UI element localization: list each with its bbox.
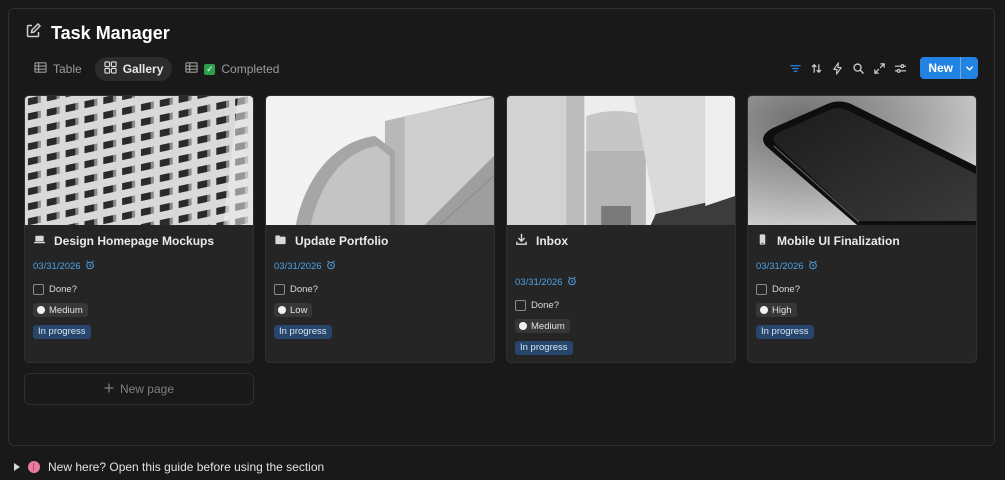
- gallery-grid-icon: [104, 61, 117, 77]
- guide-toggle[interactable]: New here? Open this guide before using t…: [14, 460, 324, 474]
- new-button-group: New: [920, 57, 978, 79]
- priority-dot-icon: [37, 306, 45, 314]
- tab-table[interactable]: Table: [25, 57, 91, 81]
- gallery-card[interactable]: Update Portfolio 03/31/2026 Done? Low In…: [265, 95, 495, 363]
- done-checkbox-row: Done?: [756, 284, 968, 295]
- card-cover-image: [25, 96, 253, 225]
- done-checkbox-row: Done?: [33, 284, 245, 295]
- due-date: 03/31/2026: [33, 260, 245, 273]
- priority-text: Medium: [49, 304, 83, 316]
- card-title: Inbox: [515, 233, 727, 249]
- sort-icon[interactable]: [809, 61, 824, 76]
- due-date: 03/31/2026: [515, 276, 727, 289]
- priority-text: Low: [290, 304, 308, 316]
- priority-dot-icon: [760, 306, 768, 314]
- due-date-text: 03/31/2026: [515, 277, 563, 288]
- new-dropdown-button[interactable]: [960, 57, 978, 79]
- task-manager-panel: Task Manager Table Gallery ✓ Completed N…: [8, 8, 995, 446]
- edit-square-icon: [25, 22, 42, 44]
- automation-bolt-icon[interactable]: [830, 61, 845, 76]
- gallery-card[interactable]: Mobile UI Finalization 03/31/2026 Done? …: [747, 95, 977, 363]
- chevron-down-icon: [966, 65, 973, 71]
- due-date: 03/31/2026: [756, 260, 968, 273]
- card-cover-image: [266, 96, 494, 225]
- card-title-text: Update Portfolio: [295, 234, 389, 248]
- guide-text: New here? Open this guide before using t…: [48, 460, 325, 474]
- priority-dot-icon: [519, 322, 527, 330]
- done-checkbox[interactable]: [756, 284, 767, 295]
- mobile-phone-icon: [756, 233, 769, 249]
- settings-sliders-icon[interactable]: [893, 61, 908, 76]
- card-title-text: Inbox: [536, 234, 568, 248]
- card-cover-image: [507, 96, 735, 225]
- status-badge: In progress: [515, 341, 573, 355]
- status-badge: In progress: [756, 325, 814, 339]
- done-checkbox[interactable]: [274, 284, 285, 295]
- alarm-clock-icon: [808, 260, 818, 273]
- page-header: Task Manager: [25, 22, 170, 44]
- plus-icon: [104, 382, 114, 396]
- new-page-button[interactable]: New page: [24, 373, 254, 405]
- done-checkbox-row: Done?: [274, 284, 486, 295]
- done-label: Done?: [531, 300, 559, 311]
- filter-icon[interactable]: [788, 61, 803, 76]
- download-tray-icon: [515, 233, 528, 249]
- priority-badge: Low: [274, 303, 313, 317]
- tab-label: Table: [53, 62, 82, 76]
- table-icon: [34, 61, 47, 77]
- new-page-label: New page: [119, 382, 175, 396]
- brain-emoji-icon: [28, 461, 40, 473]
- card-title-text: Mobile UI Finalization: [777, 234, 900, 248]
- gallery-card[interactable]: Inbox 03/31/2026 Done? Medium In progres…: [506, 95, 736, 363]
- due-date-text: 03/31/2026: [756, 261, 804, 272]
- done-checkbox-row: Done?: [515, 300, 727, 311]
- priority-text: Medium: [531, 320, 565, 332]
- card-title: Mobile UI Finalization: [756, 234, 968, 248]
- done-checkbox[interactable]: [33, 284, 44, 295]
- table-icon: [185, 61, 199, 77]
- page-title: Task Manager: [51, 23, 170, 43]
- alarm-clock-icon: [85, 260, 95, 273]
- card-title: Update Portfolio: [274, 234, 486, 248]
- tab-label: Completed: [221, 62, 280, 76]
- folder-icon: [274, 233, 287, 249]
- due-date-text: 03/31/2026: [33, 261, 81, 272]
- gallery-card[interactable]: Design Homepage Mockups 03/31/2026 Done?…: [24, 95, 254, 363]
- view-toolbar: New: [788, 57, 978, 79]
- alarm-clock-icon: [326, 260, 336, 273]
- new-button[interactable]: New: [920, 57, 960, 79]
- status-badge: In progress: [33, 325, 91, 339]
- view-tabs: Table Gallery ✓ Completed: [25, 57, 288, 81]
- due-date: 03/31/2026: [274, 260, 486, 273]
- search-icon[interactable]: [851, 61, 866, 76]
- priority-text: High: [772, 304, 792, 316]
- gallery-grid: Design Homepage Mockups 03/31/2026 Done?…: [24, 95, 977, 363]
- status-badge: In progress: [274, 325, 332, 339]
- priority-badge: Medium: [33, 303, 88, 317]
- check-mark-emoji-icon: ✓: [204, 63, 216, 75]
- due-date-text: 03/31/2026: [274, 261, 322, 272]
- priority-badge: High: [756, 303, 797, 317]
- tab-label: Gallery: [122, 62, 164, 76]
- done-label: Done?: [290, 284, 318, 295]
- tab-gallery[interactable]: Gallery: [94, 57, 173, 81]
- priority-badge: Medium: [515, 319, 570, 333]
- done-label: Done?: [772, 284, 800, 295]
- toggle-triangle-icon[interactable]: [14, 463, 20, 471]
- card-cover-image: [748, 96, 976, 225]
- laptop-icon: [33, 233, 46, 249]
- card-title-text: Design Homepage Mockups: [54, 234, 215, 248]
- done-label: Done?: [49, 284, 77, 295]
- card-title: Design Homepage Mockups: [33, 234, 245, 248]
- expand-icon[interactable]: [872, 61, 887, 76]
- priority-dot-icon: [278, 306, 286, 314]
- alarm-clock-icon: [567, 276, 577, 289]
- done-checkbox[interactable]: [515, 300, 526, 311]
- empty-property-gap: [515, 248, 727, 264]
- tab-completed[interactable]: ✓ Completed: [176, 57, 288, 81]
